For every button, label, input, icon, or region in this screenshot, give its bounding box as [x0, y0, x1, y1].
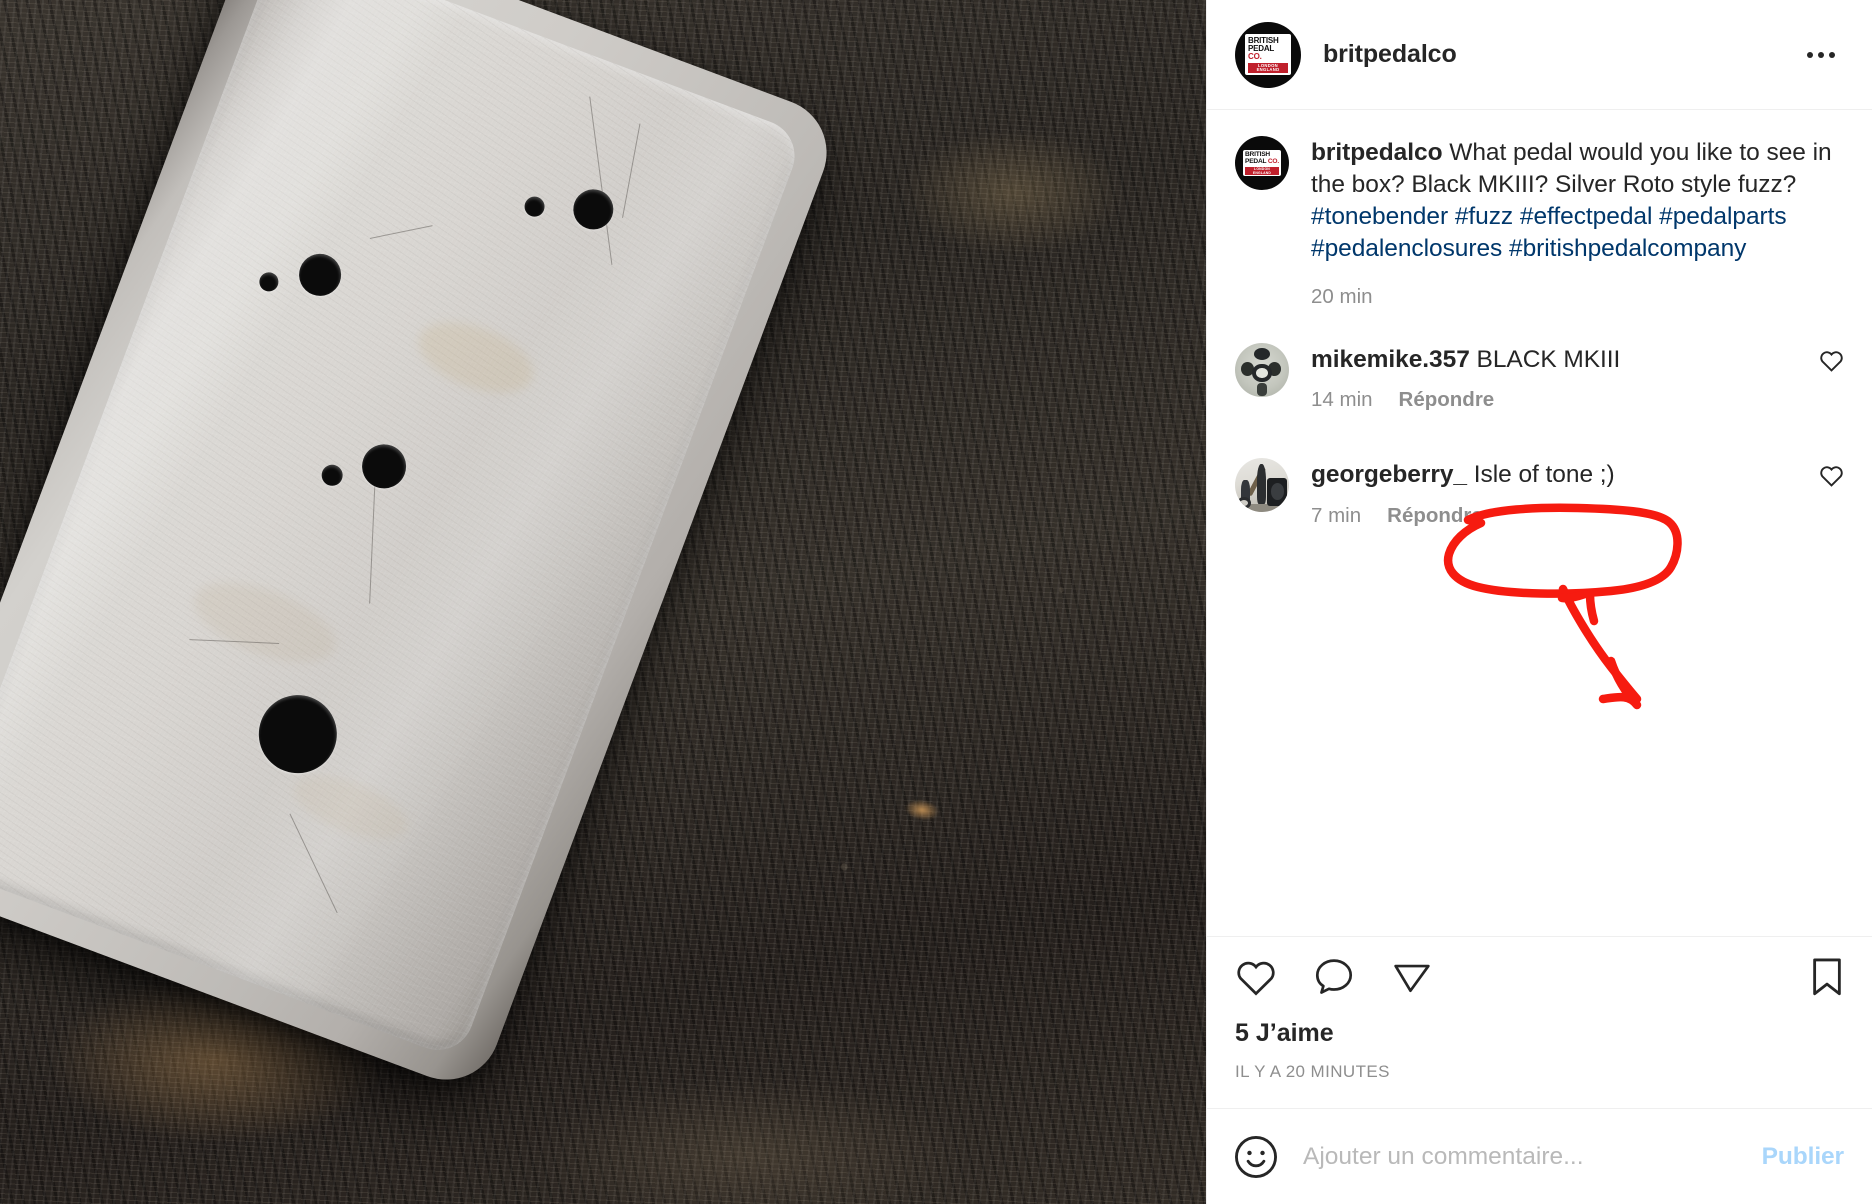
logo-line-2: PEDAL CO.: [1245, 157, 1279, 165]
hashtag[interactable]: #effectpedal: [1520, 203, 1653, 230]
post-timestamp: IL Y A 20 MINUTES: [1235, 1062, 1390, 1081]
action-icons-row: [1235, 957, 1844, 997]
hashtag[interactable]: #fuzz: [1455, 203, 1513, 230]
speech-bubble-icon[interactable]: [1313, 957, 1355, 997]
post-caption: BRITISH PEDAL CO. LONDON ENGLAND britped…: [1235, 136, 1844, 265]
bookmark-outline-icon[interactable]: [1810, 957, 1844, 997]
publish-button[interactable]: Publier: [1760, 1143, 1846, 1171]
heart-outline-icon[interactable]: [1808, 458, 1844, 527]
reply-button[interactable]: Répondre: [1387, 504, 1483, 528]
comment-body: Isle of tone ;): [1473, 461, 1615, 489]
logo-line-2: PEDAL CO.: [1248, 44, 1274, 62]
caption-username[interactable]: britpedalco: [1311, 139, 1443, 166]
brand-logo: BRITISH PEDAL CO. LONDON ENGLAND: [1245, 34, 1291, 75]
comment-meta: 14 min Répondre: [1311, 388, 1808, 412]
comment-text-block: georgeberry_ Isle of tone ;) 7 min Répon…: [1311, 458, 1808, 527]
instagram-post: BRITISH PEDAL CO. LONDON ENGLAND britped…: [0, 0, 1872, 1204]
caption-avatar[interactable]: BRITISH PEDAL CO. LONDON ENGLAND: [1235, 136, 1289, 190]
comment-row: mikemike.357 BLACK MKIII 14 min Répondre: [1235, 343, 1844, 412]
post-header: BRITISH PEDAL CO. LONDON ENGLAND britped…: [1207, 0, 1872, 110]
comments-scroll-area[interactable]: BRITISH PEDAL CO. LONDON ENGLAND britped…: [1207, 110, 1872, 936]
add-comment-input[interactable]: [1303, 1142, 1736, 1171]
logo-line-3: LONDON ENGLAND: [1245, 166, 1279, 175]
comment-line: mikemike.357 BLACK MKIII: [1311, 344, 1808, 376]
post-actions-bar: 5 J’aime IL Y A 20 MINUTES: [1207, 936, 1872, 1108]
comment-row: georgeberry_ Isle of tone ;) 7 min Répon…: [1235, 458, 1844, 527]
add-comment-bar: Publier: [1207, 1108, 1872, 1204]
caption-line: britpedalco What pedal would you like to…: [1311, 137, 1844, 265]
comment-timestamp: 14 min: [1311, 388, 1373, 412]
likes-count[interactable]: 5 J’aime: [1235, 1019, 1844, 1048]
header-username[interactable]: britpedalco: [1323, 40, 1457, 69]
comment-body: BLACK MKIII: [1476, 346, 1621, 374]
hashtag[interactable]: #pedalparts: [1659, 203, 1787, 230]
comment-username[interactable]: mikemike.357: [1311, 346, 1470, 373]
hashtag[interactable]: #pedalenclosures: [1311, 235, 1502, 262]
post-sidebar: BRITISH PEDAL CO. LONDON ENGLAND britped…: [1206, 0, 1872, 1204]
heart-outline-icon[interactable]: [1808, 343, 1844, 412]
hashtag[interactable]: #britishpedalcompany: [1509, 235, 1746, 262]
logo-line-3: LONDON ENGLAND: [1248, 63, 1288, 73]
comment-meta: 7 min Répondre: [1311, 504, 1808, 528]
smiley-face-icon[interactable]: [1233, 1134, 1279, 1180]
caption-text-block: britpedalco What pedal would you like to…: [1311, 136, 1844, 265]
commenter-avatar[interactable]: [1235, 458, 1289, 513]
caption-timestamp: 20 min: [1311, 285, 1373, 309]
ellipsis-horizontal-icon[interactable]: [1798, 32, 1844, 78]
hashtag[interactable]: #tonebender: [1311, 203, 1448, 230]
comment-username[interactable]: georgeberry_: [1311, 461, 1467, 488]
post-media-photo[interactable]: [0, 0, 1206, 1204]
comment-text-block: mikemike.357 BLACK MKIII 14 min Répondre: [1311, 343, 1808, 412]
brand-logo: BRITISH PEDAL CO. LONDON ENGLAND: [1243, 149, 1281, 177]
paper-plane-icon[interactable]: [1391, 957, 1433, 997]
comment-line: georgeberry_ Isle of tone ;): [1311, 459, 1808, 491]
comment-timestamp: 7 min: [1311, 503, 1362, 527]
commenter-avatar[interactable]: [1235, 343, 1289, 398]
heart-outline-icon[interactable]: [1235, 957, 1277, 997]
profile-avatar[interactable]: BRITISH PEDAL CO. LONDON ENGLAND: [1235, 21, 1301, 88]
reply-button[interactable]: Répondre: [1399, 388, 1495, 412]
